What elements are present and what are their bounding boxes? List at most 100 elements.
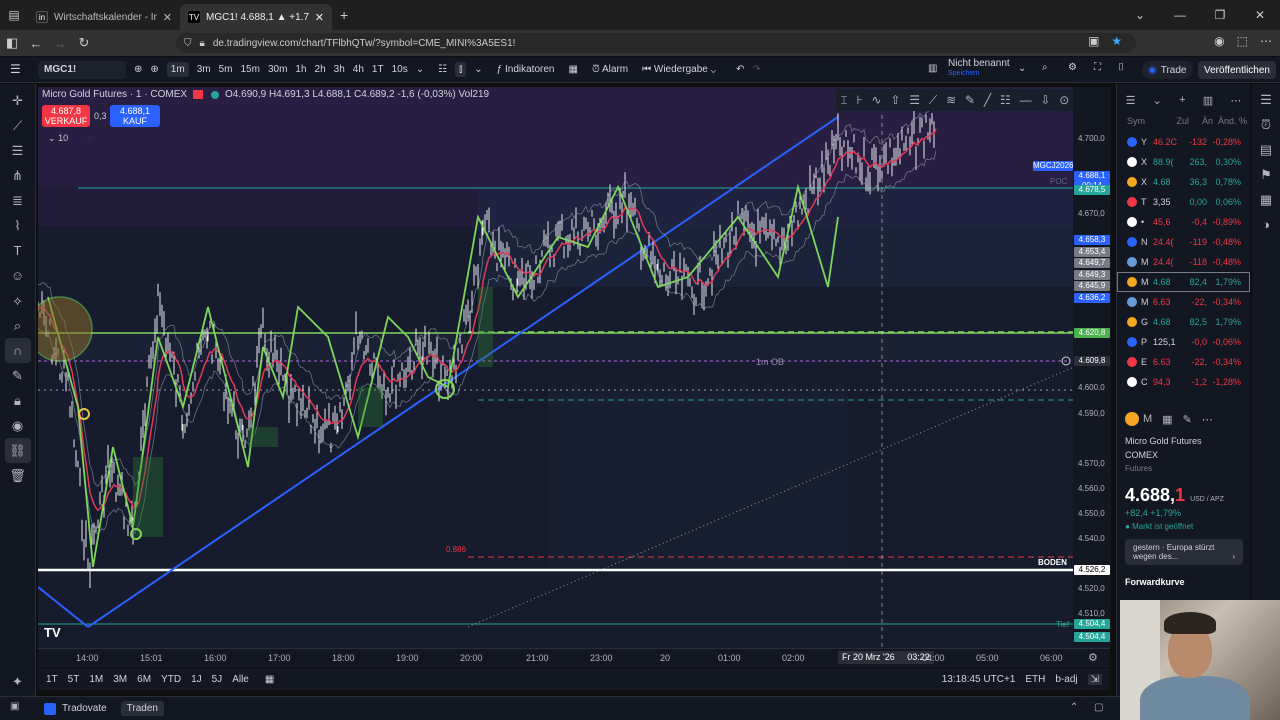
close-tab-icon[interactable]: ✕ (163, 11, 172, 24)
alerts-icon[interactable]: ⏰︎ (1261, 117, 1271, 142)
watchlist-row[interactable]: C 94,3 -1,2 -1,28% (1117, 372, 1250, 392)
ray-icon[interactable]: ⟋ (929, 93, 937, 108)
trade-button[interactable]: ◉ Trade (1142, 61, 1193, 79)
trade-tab[interactable]: Traden (120, 701, 164, 716)
minimize-icon[interactable]: — (1160, 8, 1200, 22)
quantity-field[interactable]: ⌄ 10 ◌ (48, 133, 92, 144)
symbol-search[interactable]: MGC1! (38, 60, 126, 79)
interval-1m[interactable]: 1m (166, 62, 189, 77)
lock-icon[interactable]: 🔒︎ (14, 388, 21, 413)
undo-icon[interactable]: ↶ (736, 64, 744, 75)
range-1j[interactable]: 1J (191, 674, 202, 685)
chat-icon[interactable]: ▤ (1260, 142, 1272, 167)
add-symbol-icon[interactable]: ⊕ (134, 64, 142, 75)
wave-icon[interactable]: ∿ (872, 93, 882, 107)
target-icon[interactable]: ⊙ (1059, 93, 1069, 107)
star-icon[interactable]: ★ (1111, 34, 1122, 48)
profile-icon[interactable]: ◉ (1214, 34, 1224, 48)
layout-chevron-down-icon[interactable]: ⌄ (1018, 63, 1026, 74)
screenshot-icon[interactable]: ▣ (1088, 34, 1099, 48)
magnet-icon[interactable]: ∩ (4, 338, 31, 363)
chart-type-dropdown-icon[interactable]: ⌄ (474, 64, 482, 75)
maximize-panel-icon[interactable]: ▢ (1094, 702, 1103, 713)
bar-style-icon[interactable]: ☷ (438, 64, 447, 75)
url-field[interactable]: ⛉ 🔒︎ de.tradingview.com/chart/TFlbhQTw/?… (176, 33, 1136, 53)
sidebar-toggle-icon[interactable]: ◧ (0, 35, 24, 51)
col-chg[interactable]: Än (1189, 116, 1213, 128)
list-icon[interactable]: ☰ (1126, 94, 1136, 107)
ideas-icon[interactable]: ◑ (1262, 217, 1270, 242)
redo-icon[interactable]: ↷ (752, 64, 760, 75)
extensions-icon[interactable]: ⬚ (1237, 34, 1248, 48)
line-icon[interactable]: ╱ (984, 93, 991, 107)
browser-menu-icon[interactable]: ▤ (0, 8, 28, 22)
col-last[interactable]: Zul (1165, 116, 1189, 128)
watchlist-row[interactable]: G 4.68 82,5 1,79% (1117, 312, 1250, 332)
forward-curve-title[interactable]: Forwardkurve (1125, 577, 1243, 587)
horizontal-lines-icon[interactable]: ☰ (12, 138, 24, 163)
buy-button[interactable]: 4.688,1 KAUF (110, 105, 160, 127)
cursor-tool-icon[interactable]: ⌶ (840, 93, 847, 108)
watchlist-row[interactable]: X 4.68 36,3 0,78% (1117, 172, 1250, 192)
emoji-icon[interactable]: ☺ (11, 263, 24, 288)
collapse-panel-icon[interactable]: ⌃ (1070, 702, 1078, 713)
pattern-icon[interactable]: ⌇ (14, 213, 20, 238)
interval-3h[interactable]: 3h (334, 64, 345, 75)
col-sym[interactable]: Sym (1127, 116, 1165, 128)
range-5j[interactable]: 5J (212, 674, 223, 685)
layout-name-button[interactable]: Nicht benannt Speichern (948, 59, 1010, 79)
col-chgpct[interactable]: Änd. % (1213, 116, 1247, 128)
clock[interactable]: 13:18:45 UTC+1 (942, 674, 1016, 685)
adjust[interactable]: b-adj (1055, 674, 1077, 685)
back-icon[interactable]: ← (24, 36, 48, 51)
interval-1t[interactable]: 1T (372, 64, 384, 75)
eye-icon[interactable]: ◉ (12, 413, 23, 438)
interval-30m[interactable]: 30m (268, 64, 287, 75)
zoom-icon[interactable]: ⌕ (14, 313, 21, 338)
watchlist-row[interactable]: N 24.4(-119 -0,48% (1117, 232, 1250, 252)
watchlist-row[interactable]: Y 46.2C -132 -0,28% (1117, 132, 1250, 152)
tv-menu-icon[interactable]: ☰ (10, 62, 21, 76)
quick-search-icon[interactable]: ⌕ (1042, 62, 1048, 73)
lock-drawing-icon[interactable]: ✎ (12, 363, 23, 388)
browser-tab-tradingview[interactable]: TV MGC1! 4.688,1 ▲ +1.79% Nicht ✕ (180, 4, 332, 30)
legend-title[interactable]: Micro Gold Futures · 1 · COMEX (42, 89, 187, 100)
favorites-icon[interactable]: ✦ (12, 669, 23, 694)
watchlist-row[interactable]: M 4.68 82,4 1,79% (1117, 272, 1250, 292)
maximize-icon[interactable]: ❐ (1200, 8, 1240, 22)
close-window-icon[interactable]: ✕ (1240, 8, 1280, 22)
watchlist-icon[interactable]: ☰ (1260, 92, 1272, 117)
camera-icon[interactable]: ⌷ (1118, 62, 1124, 73)
arrow-line-icon[interactable]: — (1020, 93, 1032, 107)
range-3m[interactable]: 3M (113, 674, 127, 685)
add-symbol-icon[interactable]: + (1179, 94, 1185, 106)
time-axis[interactable]: Fr 20 Mrz '26 03:22 ⚙ 14:00 15:01 16:00 17:… (38, 648, 1110, 666)
sell-button[interactable]: 4.687,8 VERKAUF (42, 105, 90, 127)
trash-icon[interactable]: 🗑︎ (9, 463, 26, 488)
more-icon[interactable]: ⋯ (1202, 413, 1213, 426)
channel-icon[interactable]: ≋ (946, 93, 956, 107)
interval-2h[interactable]: 2h (315, 64, 326, 75)
price-chart-svg[interactable] (38, 87, 1110, 667)
watchlist-row[interactable]: P 125,1 -0,0 -0,06% (1117, 332, 1250, 352)
range-1m[interactable]: 1M (89, 674, 103, 685)
tradovate-tab[interactable]: Tradovate (44, 702, 107, 715)
text-icon[interactable]: T (14, 238, 22, 263)
link-icon[interactable]: ⛓ (4, 438, 31, 463)
watchlist-row[interactable]: X 88.9(263, 0,30% (1117, 152, 1250, 172)
fib-icon[interactable]: ≣ (12, 188, 23, 213)
calendar-icon[interactable]: ▦ (1260, 192, 1272, 217)
reload-icon[interactable]: ↻ (72, 35, 96, 51)
chart-canvas[interactable]: Micro Gold Futures · 1 · COMEX O4.690,9 … (38, 87, 1110, 667)
close-tab-icon[interactable]: ✕ (315, 11, 324, 24)
chevron-down-icon[interactable]: ⌄ (1153, 94, 1162, 107)
interval-15m[interactable]: 15m (241, 64, 260, 75)
watchlist-row[interactable]: M 24.4(-118 -0,48% (1117, 252, 1250, 272)
news-item[interactable]: gestern · Europa stürzt wegen des... › (1125, 539, 1243, 565)
hline-icon[interactable]: ☷ (1000, 93, 1011, 107)
detail-name[interactable]: Micro Gold Futures (1125, 436, 1243, 446)
crosshair-icon[interactable]: ✛ (12, 88, 23, 113)
grid-icon[interactable]: ▦ (1162, 413, 1172, 426)
range-ytd[interactable]: YTD (161, 674, 181, 685)
more-icon[interactable]: ⋯ (1260, 34, 1272, 48)
